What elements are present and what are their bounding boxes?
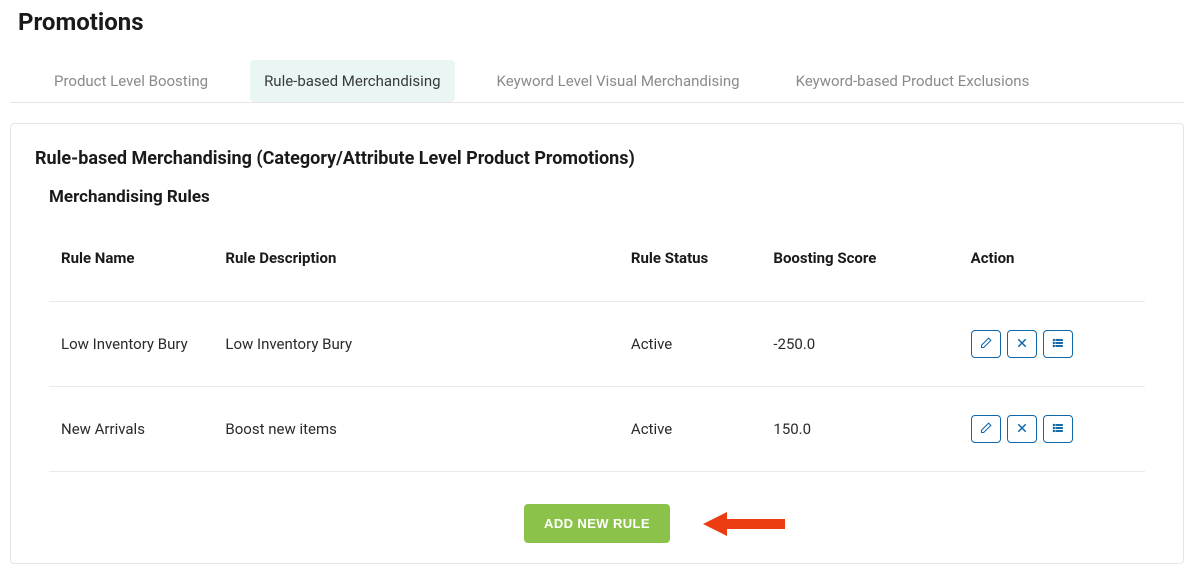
close-icon <box>1016 422 1028 437</box>
list-button[interactable] <box>1043 415 1073 443</box>
tab-rule-based-merchandising[interactable]: Rule-based Merchandising <box>250 60 454 102</box>
cell-score: -250.0 <box>761 302 958 387</box>
add-new-rule-button[interactable]: ADD NEW RULE <box>524 504 670 543</box>
tabs-container: Product Level Boosting Rule-based Mercha… <box>10 60 1184 103</box>
header-rule-status: Rule Status <box>619 235 761 302</box>
page-title: Promotions <box>18 8 1184 36</box>
cell-score: 150.0 <box>761 387 958 472</box>
header-rule-name: Rule Name <box>49 235 213 302</box>
panel-rule-based-merchandising: Rule-based Merchandising (Category/Attri… <box>10 123 1184 564</box>
arrow-annotation-icon <box>703 510 785 538</box>
cell-action <box>959 302 1145 387</box>
cell-status: Active <box>619 302 761 387</box>
list-icon <box>1052 337 1064 352</box>
table-row: New Arrivals Boost new items Active 150.… <box>49 387 1145 472</box>
header-rule-description: Rule Description <box>213 235 619 302</box>
tab-keyword-level-visual-merchandising[interactable]: Keyword Level Visual Merchandising <box>483 60 754 102</box>
header-boosting-score: Boosting Score <box>761 235 958 302</box>
header-action: Action <box>959 235 1145 302</box>
close-icon <box>1016 337 1028 352</box>
delete-button[interactable] <box>1007 415 1037 443</box>
cell-name: Low Inventory Bury <box>49 302 213 387</box>
cell-description: Boost new items <box>213 387 619 472</box>
cell-action <box>959 387 1145 472</box>
tab-keyword-based-product-exclusions[interactable]: Keyword-based Product Exclusions <box>782 60 1044 102</box>
edit-button[interactable] <box>971 330 1001 358</box>
cell-description: Low Inventory Bury <box>213 302 619 387</box>
cell-status: Active <box>619 387 761 472</box>
table-row: Low Inventory Bury Low Inventory Bury Ac… <box>49 302 1145 387</box>
edit-icon <box>980 422 992 437</box>
list-button[interactable] <box>1043 330 1073 358</box>
section-title: Merchandising Rules <box>49 187 1159 207</box>
panel-title: Rule-based Merchandising (Category/Attri… <box>35 148 1159 169</box>
delete-button[interactable] <box>1007 330 1037 358</box>
tab-product-level-boosting[interactable]: Product Level Boosting <box>40 60 222 102</box>
rules-table: Rule Name Rule Description Rule Status B… <box>49 235 1145 472</box>
edit-button[interactable] <box>971 415 1001 443</box>
list-icon <box>1052 422 1064 437</box>
edit-icon <box>980 337 992 352</box>
cell-name: New Arrivals <box>49 387 213 472</box>
